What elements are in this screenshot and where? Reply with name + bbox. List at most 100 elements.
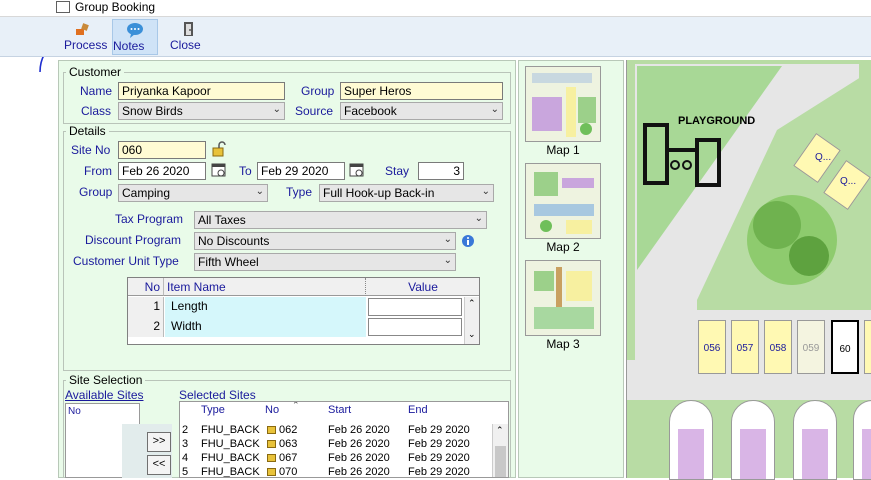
details-group-select[interactable]: Camping ⌄ <box>118 184 268 202</box>
site-058[interactable]: 058 <box>764 320 792 374</box>
calendar-icon[interactable] <box>349 162 365 178</box>
site-059-label: 059 <box>802 343 820 354</box>
site-060-selected[interactable]: 60 <box>831 320 859 374</box>
process-button[interactable]: Process <box>64 19 107 55</box>
to-date-field[interactable]: Feb 29 2020 <box>257 162 345 180</box>
table-row[interactable]: 4 FHU_BACK 067 Feb 26 2020 Feb 29 2020 <box>180 452 492 466</box>
lock-icon <box>267 440 276 448</box>
site-057[interactable]: 057 <box>731 320 759 374</box>
customer-unit-type-select[interactable]: Fifth Wheel ⌄ <box>194 253 456 271</box>
name-field[interactable]: Priyanka Kapoor <box>118 82 285 100</box>
class-select-value: Snow Birds <box>122 104 183 118</box>
site-059[interactable]: 059 <box>797 320 825 374</box>
remove-site-button[interactable]: << <box>147 455 171 475</box>
chevron-down-icon[interactable]: ⌄ <box>468 329 476 340</box>
map-3-thumbnail[interactable] <box>525 260 601 336</box>
lock-icon <box>267 454 276 462</box>
details-group-value: Camping <box>122 186 171 200</box>
lock-icon <box>267 426 276 434</box>
tax-program-label: Tax Program <box>115 212 184 226</box>
available-sites-link[interactable]: Available Sites <box>65 388 144 402</box>
selected-row-index: 5 <box>182 466 189 478</box>
source-label: Source <box>295 104 334 118</box>
chevron-down-icon: ⌄ <box>443 255 452 266</box>
grid-row-value-input[interactable] <box>368 298 462 316</box>
site-056[interactable]: 056 <box>698 320 726 374</box>
grid-row-item-name: Length <box>165 297 366 317</box>
site-next[interactable] <box>864 320 871 374</box>
notes-button[interactable]: Notes <box>112 19 158 55</box>
from-date-field[interactable]: Feb 26 2020 <box>118 162 206 180</box>
type-select[interactable]: Full Hook-up Back-in ⌄ <box>319 184 494 202</box>
table-row[interactable]: 2 Width <box>128 317 479 337</box>
campground-map[interactable]: PLAYGROUND Q... Q... 056 057 058 059 60 <box>626 60 871 480</box>
bottom-site-3[interactable] <box>793 400 837 480</box>
chevron-up-icon[interactable]: ⌃ <box>468 298 476 309</box>
bottom-site-3-fill <box>802 429 828 479</box>
table-row[interactable]: 2 FHU_BACK 062 Feb 26 2020 Feb 29 2020 <box>180 424 492 438</box>
tax-program-select[interactable]: All Taxes ⌄ <box>194 211 487 229</box>
discount-program-select[interactable]: No Discounts ⌄ <box>194 232 456 250</box>
selected-col-start: Start <box>328 404 352 416</box>
selected-row-type: FHU_BACK <box>201 452 260 464</box>
selected-sites-list[interactable]: Type No ⌃ Start End 2 FHU_BACK 062 Feb 2… <box>179 401 509 478</box>
chevron-up-icon[interactable]: ⌃ <box>496 425 504 436</box>
info-icon[interactable] <box>461 234 475 248</box>
bottom-site-4[interactable] <box>853 400 871 480</box>
chevron-down-icon: ⌄ <box>443 234 452 245</box>
table-row[interactable]: 5 FHU_BACK 070 Feb 26 2020 Feb 29 2020 <box>180 466 492 478</box>
selected-row-no: 063 <box>279 438 298 450</box>
selected-row-index: 2 <box>182 424 189 436</box>
bottom-site-2[interactable] <box>731 400 775 480</box>
class-label: Class <box>81 104 112 118</box>
selected-row-type: FHU_BACK <box>201 438 260 450</box>
grid-header-no: No <box>128 278 164 296</box>
selected-row-start: Feb 26 2020 <box>328 424 390 436</box>
selected-row-start: Feb 26 2020 <box>328 438 390 450</box>
selected-sites-scrollbar[interactable]: ⌃ <box>492 424 508 477</box>
lock-open-icon[interactable] <box>211 141 227 157</box>
site-no-label: Site No <box>71 143 111 157</box>
selected-row-end: Feb 29 2020 <box>408 424 470 436</box>
type-label: Type <box>286 185 313 199</box>
class-select[interactable]: Snow Birds ⌄ <box>118 102 285 120</box>
stay-field[interactable]: 3 <box>418 162 464 180</box>
selected-row-no: 067 <box>279 452 298 464</box>
grid-scrollbar[interactable]: ⌃ ⌄ <box>464 297 479 344</box>
map-2-thumbnail[interactable] <box>525 163 601 239</box>
bottom-site-1[interactable] <box>669 400 713 480</box>
add-site-button[interactable]: >> <box>147 432 171 452</box>
chevron-down-icon: ⌄ <box>272 104 281 115</box>
selected-row-index: 4 <box>182 452 189 464</box>
site-060-label: 60 <box>839 344 851 355</box>
grid-row-no: 1 <box>128 297 164 317</box>
selected-row-start: Feb 26 2020 <box>328 466 390 478</box>
notes-label: Notes <box>113 39 145 53</box>
selected-row-index: 3 <box>182 438 189 450</box>
close-button[interactable]: Close <box>170 19 206 55</box>
customer-group-field[interactable]: Super Heros <box>340 82 503 100</box>
grid-row-value-input[interactable] <box>368 318 462 336</box>
scroll-thumb[interactable] <box>495 446 506 477</box>
selected-col-end: End <box>408 404 428 416</box>
map-thumbnails-panel: Map 1 Map 2 Map 3 <box>518 60 624 478</box>
selected-row-type: FHU_BACK <box>201 466 260 478</box>
site-q1-label: Q... <box>815 152 832 163</box>
map-1-caption: Map 1 <box>546 143 580 157</box>
table-row[interactable]: 3 FHU_BACK 063 Feb 26 2020 Feb 29 2020 <box>180 438 492 452</box>
chevron-down-icon: ⌄ <box>490 104 499 115</box>
table-row[interactable]: 1 Length <box>128 297 479 317</box>
tax-program-value: All Taxes <box>198 213 246 227</box>
source-select[interactable]: Facebook ⌄ <box>340 102 503 120</box>
selected-row-end: Feb 29 2020 <box>408 466 470 478</box>
site-no-field[interactable]: 060 <box>118 141 206 159</box>
selected-row-start: Feb 26 2020 <box>328 452 390 464</box>
site-selection-title: Site Selection <box>66 373 146 387</box>
available-col-no: No <box>68 406 81 417</box>
notes-icon <box>127 23 143 38</box>
unit-items-grid: No Item Name Value 1 Length 2 Width ⌃ ⌄ <box>127 277 480 345</box>
process-icon <box>76 23 89 35</box>
calendar-icon[interactable] <box>211 162 227 178</box>
map-1-thumbnail[interactable] <box>525 66 601 142</box>
site-057-label: 057 <box>736 343 754 354</box>
